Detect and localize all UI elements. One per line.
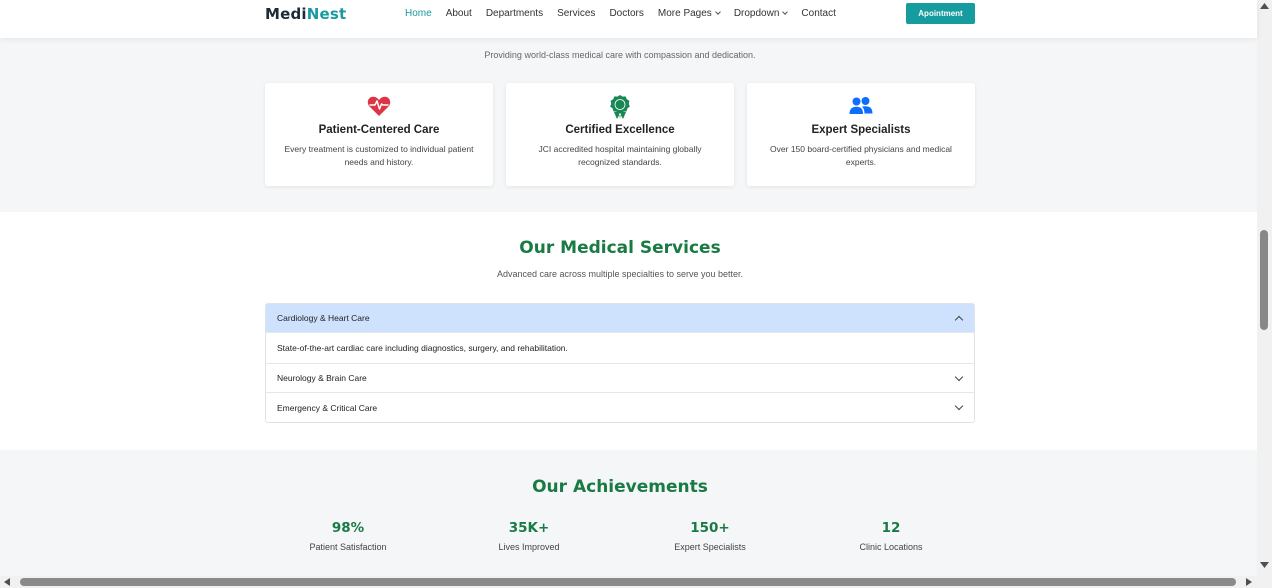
nav-about[interactable]: About: [446, 8, 472, 19]
main-nav: Home About Departments Services Doctors …: [405, 8, 850, 19]
stat-label: Lives Improved: [498, 542, 560, 552]
nav-dropdown-label: Dropdown: [733, 8, 780, 19]
people-icon: [747, 95, 975, 119]
nav-doctors[interactable]: Doctors: [609, 8, 643, 19]
logo-text-accent: Nest: [306, 5, 347, 23]
achievements-title: Our Achievements: [532, 477, 708, 497]
chevron-down-icon: [954, 401, 964, 411]
accordion-header-emergency[interactable]: Emergency & Critical Care: [266, 393, 974, 422]
accordion-body-cardiology: State-of-the-art cardiac care including …: [266, 333, 974, 364]
services-subtitle: Advanced care across multiple specialtie…: [496, 269, 744, 279]
nav-services[interactable]: Services: [557, 8, 595, 19]
services-accordion: Cardiology & Heart Care State-of-the-art…: [265, 303, 975, 423]
feature-card-title: Expert Specialists: [811, 124, 911, 136]
nav-doctors-label: Doctors: [609, 8, 644, 19]
award-icon: [506, 95, 734, 119]
horizontal-scroll-thumb[interactable]: [20, 578, 1236, 586]
feature-card-desc: Every treatment is customized to individ…: [284, 144, 474, 167]
feature-card-desc: JCI accredited hospital maintaining glob…: [538, 144, 702, 167]
horizontal-scrollbar[interactable]: [0, 576, 1272, 588]
scroll-down-arrow-icon[interactable]: [1260, 562, 1269, 568]
chevron-up-icon: [954, 315, 964, 325]
nav-departments[interactable]: Departments: [486, 8, 543, 19]
nav-contact[interactable]: Contact: [801, 8, 835, 19]
vertical-scrollbar[interactable]: [1257, 0, 1272, 576]
nav-services-label: Services: [557, 8, 596, 19]
site-header: MediNest Home About Departments Services…: [0, 0, 1257, 38]
nav-more-pages[interactable]: More Pages: [657, 8, 721, 19]
feature-card-title: Certified Excellence: [565, 124, 675, 136]
nav-dropdown[interactable]: Dropdown: [733, 8, 789, 19]
feature-card-specialists: Expert Specialists Over 150 board-certif…: [747, 83, 975, 186]
logo-text-primary: Medi: [265, 5, 307, 23]
accordion-item-neurology: Neurology & Brain Care: [266, 364, 974, 393]
stat-value: 35K+: [508, 520, 550, 536]
feature-card-patient-care: Patient-Centered Care Every treatment is…: [265, 83, 493, 186]
scroll-left-arrow-icon[interactable]: [4, 578, 10, 586]
feature-card-certified: Certified Excellence JCI accredited hosp…: [506, 83, 734, 186]
accordion-label: Cardiology & Heart Care: [277, 313, 370, 323]
chevron-down-icon: [954, 372, 964, 381]
scroll-right-arrow-icon[interactable]: [1246, 578, 1252, 586]
stat-patient-satisfaction: 98% Patient Satisfaction: [258, 520, 438, 552]
achievements-section: Our Achievements 98% Patient Satisfactio…: [0, 450, 1257, 576]
brand-logo[interactable]: MediNest: [265, 5, 346, 23]
intro-section: Providing world-class medical care with …: [0, 38, 1257, 212]
nav-about-label: About: [445, 8, 472, 19]
nav-home[interactable]: Home: [405, 8, 432, 19]
scroll-up-arrow-icon[interactable]: [1260, 3, 1269, 9]
vertical-scroll-thumb[interactable]: [1260, 230, 1268, 330]
accordion-header-neurology[interactable]: Neurology & Brain Care: [266, 364, 974, 393]
stat-value: 98%: [331, 520, 365, 536]
chevron-down-icon: [714, 9, 721, 15]
stat-label: Clinic Locations: [859, 542, 923, 552]
stat-clinic-locations: 12 Clinic Locations: [801, 520, 981, 552]
nav-home-label: Home: [405, 8, 432, 19]
nav-more-pages-label: More Pages: [657, 8, 712, 19]
stat-label: Expert Specialists: [674, 542, 746, 552]
accordion-header-cardiology[interactable]: Cardiology & Heart Care: [266, 304, 974, 333]
chevron-down-icon: [782, 9, 789, 15]
intro-tagline: Providing world-class medical care with …: [484, 50, 756, 60]
accordion-label: Neurology & Brain Care: [277, 373, 367, 383]
accordion-label: Emergency & Critical Care: [277, 402, 378, 413]
stat-label: Patient Satisfaction: [309, 542, 387, 552]
appointment-button[interactable]: Apointment: [906, 3, 975, 24]
stat-value: 150+: [690, 520, 730, 536]
nav-departments-label: Departments: [485, 8, 544, 19]
stat-value: 12: [881, 520, 901, 536]
services-section: Our Medical Services Advanced care acros…: [0, 212, 1257, 450]
feature-card-desc: Over 150 board-certified physicians and …: [770, 144, 952, 167]
heart-pulse-icon: [265, 95, 493, 119]
nav-contact-label: Contact: [801, 8, 836, 19]
services-title: Our Medical Services: [519, 238, 721, 258]
feature-card-title: Patient-Centered Care: [318, 124, 440, 136]
stat-lives-improved: 35K+ Lives Improved: [439, 520, 619, 552]
accordion-item-emergency: Emergency & Critical Care: [266, 393, 974, 422]
stat-expert-specialists: 150+ Expert Specialists: [620, 520, 800, 552]
accordion-item-cardiology: Cardiology & Heart Care State-of-the-art…: [266, 304, 974, 364]
